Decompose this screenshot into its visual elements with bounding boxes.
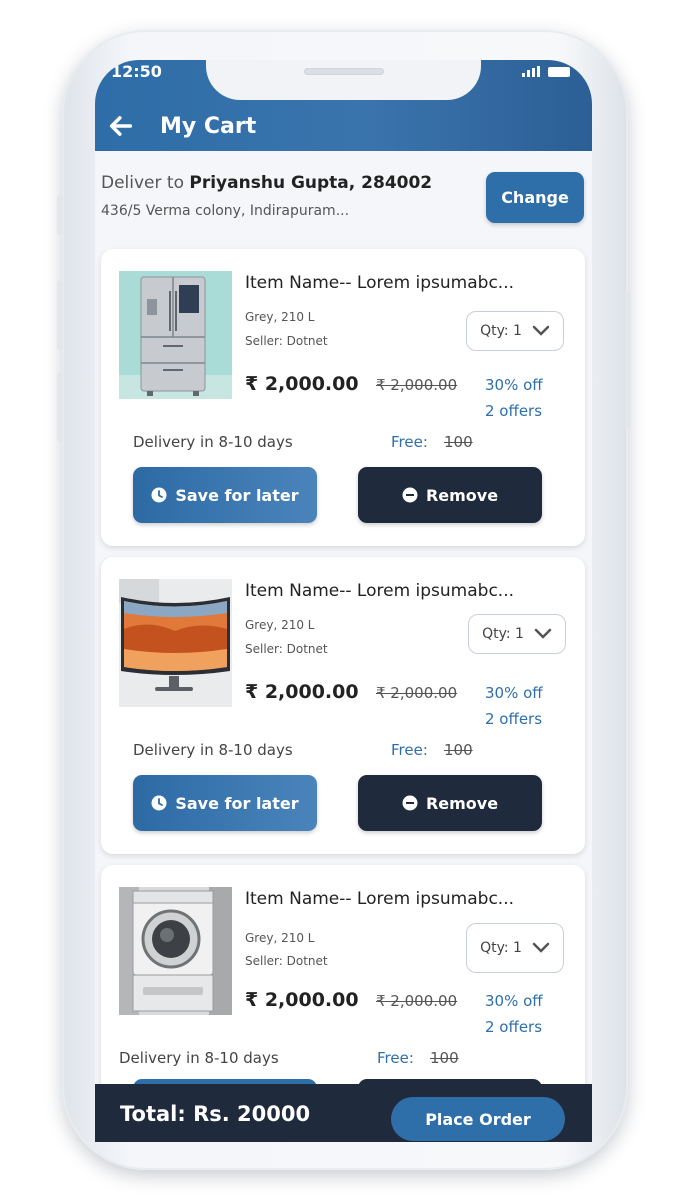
clock-icon — [151, 487, 167, 503]
phone-side-button — [57, 195, 63, 235]
back-arrow-icon[interactable] — [107, 112, 135, 140]
speaker-grille — [304, 68, 384, 75]
checkout-bar: Total: Rs. 20000 Place Order — [95, 1084, 592, 1142]
save-for-later-label: Save for later — [175, 485, 299, 505]
deliver-to-line: Deliver to Priyanshu Gupta, 284002 — [101, 173, 432, 193]
discount-text: 30% off — [485, 684, 543, 702]
minus-circle-icon — [402, 795, 418, 811]
remove-label: Remove — [425, 485, 499, 505]
item-price: ₹ 2,000.00 — [245, 681, 359, 703]
phone-side-button — [57, 280, 63, 350]
cart-item-card: Item Name-- Lorem ipsumabc... Grey, 210 … — [101, 557, 585, 854]
item-mrp: ₹ 2,000.00 — [376, 992, 458, 1010]
quantity-value: Qty: 1 — [482, 626, 524, 642]
item-price: ₹ 2,000.00 — [245, 373, 359, 395]
delivery-fee-old: 100 — [430, 1049, 459, 1067]
discount-text: 30% off — [485, 376, 543, 394]
address-line: 436/5 Verma colony, Indirapuram... — [101, 203, 350, 219]
item-seller: Seller: Dotnet — [245, 334, 328, 348]
quantity-value: Qty: 1 — [480, 940, 522, 956]
signal-icon — [522, 66, 540, 77]
save-for-later-button[interactable]: Save for later — [133, 467, 317, 523]
delivery-estimate: Delivery in 8-10 days — [133, 741, 293, 759]
item-name[interactable]: Item Name-- Lorem ipsumabc... — [245, 273, 514, 293]
clock-icon — [151, 795, 167, 811]
cart-total: Total: Rs. 20000 — [120, 1102, 311, 1126]
phone-side-button — [625, 290, 631, 430]
battery-icon — [548, 66, 570, 77]
delivery-fee-label: Free: — [391, 433, 428, 451]
status-icons — [522, 66, 570, 77]
delivery-estimate: Delivery in 8-10 days — [119, 1049, 279, 1067]
item-seller: Seller: Dotnet — [245, 954, 328, 968]
remove-label: Remove — [425, 793, 499, 813]
product-image-washing-machine[interactable] — [119, 887, 232, 1015]
delivery-estimate: Delivery in 8-10 days — [133, 433, 293, 451]
item-variant: Grey, 210 L — [245, 310, 315, 324]
discount-text: 30% off — [485, 992, 543, 1010]
phone-side-button — [57, 372, 63, 442]
chevron-down-icon — [534, 628, 552, 639]
cart-item-card: Item Name-- Lorem ipsumabc... Grey, 210 … — [101, 249, 585, 546]
product-image-refrigerator[interactable] — [119, 271, 232, 399]
app-screen: 12:50 My Cart Deliver to Priyanshu Gupta… — [95, 60, 592, 1142]
phone-notch — [206, 60, 481, 100]
quantity-dropdown[interactable]: Qty: 1 — [466, 923, 564, 973]
deliver-prefix: Deliver to — [101, 173, 190, 193]
quantity-value: Qty: 1 — [480, 323, 522, 339]
offers-link[interactable]: 2 offers — [485, 402, 542, 420]
remove-button[interactable]: Remove — [358, 775, 542, 831]
status-time: 12:50 — [111, 62, 162, 81]
change-address-button[interactable]: Change — [486, 172, 584, 223]
delivery-fee-old: 100 — [444, 433, 473, 451]
product-image-curved-monitor[interactable] — [119, 579, 232, 707]
item-mrp: ₹ 2,000.00 — [376, 376, 458, 394]
place-order-button[interactable]: Place Order — [391, 1097, 565, 1141]
minus-circle-icon — [402, 487, 418, 503]
delivery-fee-label: Free: — [377, 1049, 414, 1067]
offers-link[interactable]: 2 offers — [485, 710, 542, 728]
chevron-down-icon — [532, 325, 550, 336]
save-for-later-label: Save for later — [175, 793, 299, 813]
remove-button[interactable]: Remove — [358, 467, 542, 523]
delivery-fee-old: 100 — [444, 741, 473, 759]
save-for-later-button[interactable]: Save for later — [133, 775, 317, 831]
item-seller: Seller: Dotnet — [245, 642, 328, 656]
quantity-dropdown[interactable]: Qty: 1 — [466, 311, 564, 351]
item-name[interactable]: Item Name-- Lorem ipsumabc... — [245, 889, 514, 909]
item-mrp: ₹ 2,000.00 — [376, 684, 458, 702]
recipient-name-pin: Priyanshu Gupta, 284002 — [189, 173, 433, 193]
delivery-address: Deliver to Priyanshu Gupta, 284002 436/5… — [95, 151, 592, 231]
chevron-down-icon — [532, 942, 550, 953]
delivery-fee-label: Free: — [391, 741, 428, 759]
page-title: My Cart — [160, 114, 257, 139]
item-variant: Grey, 210 L — [245, 931, 315, 945]
item-price: ₹ 2,000.00 — [245, 989, 359, 1011]
quantity-dropdown[interactable]: Qty: 1 — [468, 614, 566, 654]
item-variant: Grey, 210 L — [245, 618, 315, 632]
item-name[interactable]: Item Name-- Lorem ipsumabc... — [245, 581, 514, 601]
offers-link[interactable]: 2 offers — [485, 1018, 542, 1036]
